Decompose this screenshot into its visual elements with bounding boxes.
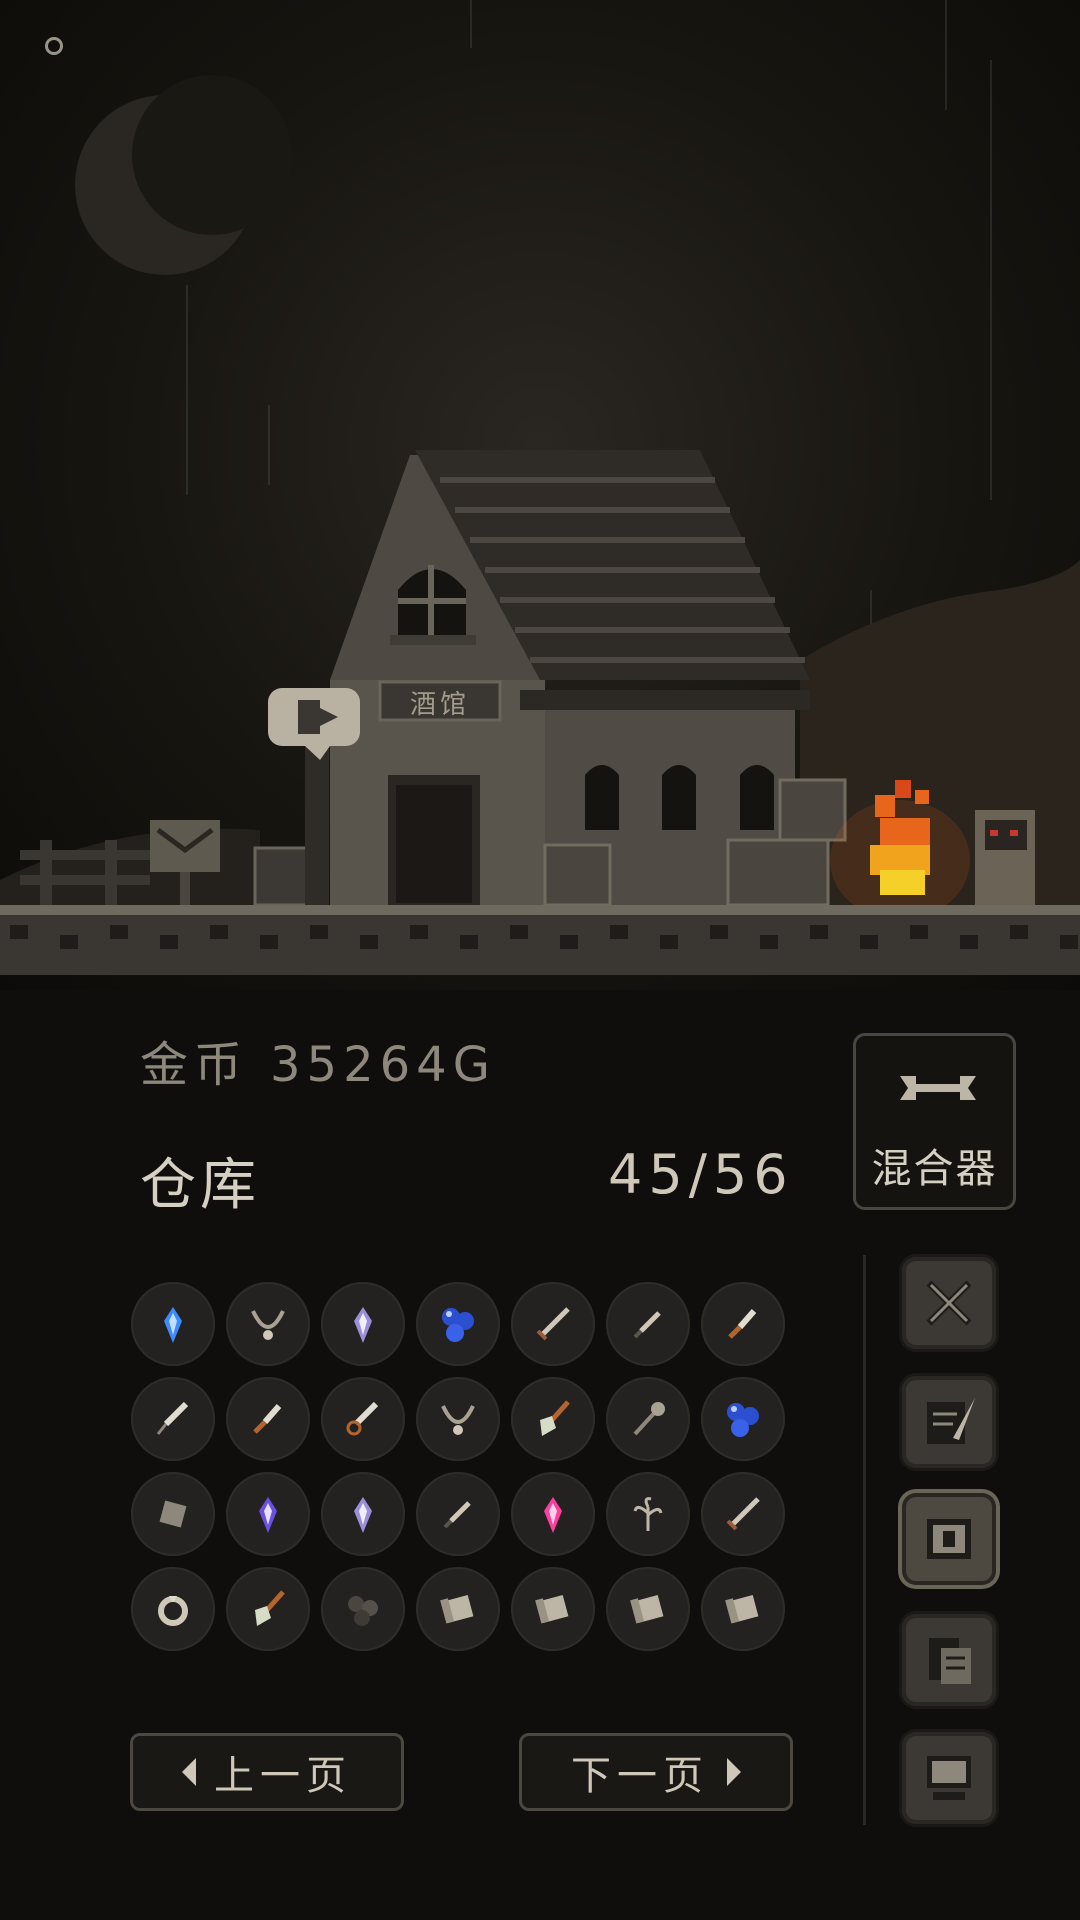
warehouse-title: 仓库 (140, 1153, 260, 1218)
crossed-swords-icon (926, 1280, 972, 1326)
tavern-sign: 酒馆 (409, 690, 470, 720)
next-page-button[interactable]: 下一页 (519, 1733, 793, 1811)
inventory-slot[interactable] (131, 1377, 215, 1461)
inventory-slot[interactable] (226, 1282, 310, 1366)
inventory-slot[interactable] (701, 1472, 785, 1556)
left-arrow-icon (182, 1758, 196, 1786)
inventory-slot[interactable] (606, 1377, 690, 1461)
tavern-building (253, 450, 847, 907)
inventory-slot[interactable] (416, 1472, 500, 1556)
ground-edge (0, 905, 1080, 915)
inventory-slot[interactable] (701, 1377, 785, 1461)
tab-documents[interactable] (902, 1614, 996, 1706)
scene-art (0, 75, 1080, 975)
inventory-grid (131, 1282, 785, 1651)
crescent-moon (75, 75, 292, 275)
scroll-icon (630, 1595, 664, 1624)
inventory-slot[interactable] (701, 1282, 785, 1366)
blue-crystal-icon (164, 1307, 182, 1343)
dagger-icon (443, 1501, 471, 1529)
knife-icon (253, 1404, 282, 1434)
wrench-icon (900, 1076, 976, 1100)
warehouse-capacity: 45/56 (608, 1143, 794, 1206)
shovel-icon (540, 1400, 570, 1436)
knife-icon (728, 1309, 757, 1339)
white-crystal-icon (354, 1497, 372, 1533)
inventory-slot[interactable] (416, 1567, 500, 1651)
inventory-slot[interactable] (131, 1282, 215, 1366)
dagger-icon (633, 1311, 661, 1339)
prev-page-button[interactable]: 上一页 (130, 1733, 404, 1811)
inventory-slot[interactable] (131, 1567, 215, 1651)
right-arrow-icon (727, 1758, 741, 1786)
blue-orb-cluster-icon (442, 1308, 474, 1342)
sword-icon (536, 1307, 570, 1341)
warehouse-map-icon (927, 1519, 971, 1559)
inventory-slot[interactable] (226, 1472, 310, 1556)
tab-warehouse[interactable] (902, 1493, 996, 1585)
inventory-slot[interactable] (606, 1472, 690, 1556)
inventory-slot[interactable] (511, 1472, 595, 1556)
inventory-slot[interactable] (606, 1282, 690, 1366)
inventory-slot[interactable] (321, 1377, 405, 1461)
inventory-slot[interactable] (131, 1472, 215, 1556)
saw-blade-icon (346, 1401, 379, 1436)
scroll-icon (440, 1595, 474, 1624)
tab-quests[interactable] (902, 1376, 996, 1468)
inventory-slot[interactable] (416, 1377, 500, 1461)
inventory-slot[interactable] (701, 1567, 785, 1651)
game-scene: 酒馆 (0, 0, 1080, 990)
pink-crystal-icon (544, 1497, 562, 1533)
inventory-slot[interactable] (321, 1472, 405, 1556)
prev-page-label: 上一页 (214, 1753, 352, 1799)
stone-cube-icon (159, 1500, 187, 1528)
ring-icon (158, 1596, 188, 1626)
inventory-slot[interactable] (606, 1567, 690, 1651)
scroll-icon (535, 1595, 569, 1624)
gold-amount: 35264G (270, 1037, 496, 1093)
saw-dagger-icon (156, 1401, 189, 1435)
shovel-icon (255, 1590, 285, 1626)
ore-icon (348, 1596, 378, 1626)
hill (0, 828, 260, 910)
documents-icon (929, 1638, 971, 1684)
inventory-slot[interactable] (226, 1377, 310, 1461)
inventory-slot[interactable] (511, 1567, 595, 1651)
white-crystal-icon (354, 1307, 372, 1343)
herb-icon (633, 1497, 663, 1531)
necklace-icon (251, 1310, 285, 1340)
blue-orb-cluster-icon (727, 1403, 759, 1437)
mixer-button[interactable]: 混合器 (853, 1033, 1016, 1210)
sword-icon (726, 1497, 760, 1531)
inventory-slot[interactable] (321, 1282, 405, 1366)
inventory-slot[interactable] (226, 1567, 310, 1651)
tab-computer[interactable] (902, 1732, 996, 1824)
inventory-slot[interactable] (511, 1282, 595, 1366)
tab-equipment[interactable] (902, 1257, 996, 1349)
panel-divider (863, 1255, 866, 1825)
computer-icon (927, 1756, 971, 1800)
next-page-label: 下一页 (571, 1753, 709, 1799)
purple-crystal-icon (259, 1497, 277, 1533)
mace-icon (633, 1402, 665, 1436)
inventory-slot[interactable] (416, 1282, 500, 1366)
necklace-icon (441, 1405, 475, 1435)
mixer-label: 混合器 (871, 1146, 998, 1192)
gold-label: 金币 (140, 1037, 249, 1093)
hooded-npc[interactable] (975, 810, 1035, 905)
inventory-slot[interactable] (321, 1567, 405, 1651)
gold-display: 金币 35264G (140, 1025, 496, 1095)
quill-scroll-icon (927, 1398, 975, 1444)
inventory-slot[interactable] (511, 1377, 595, 1461)
scroll-icon (725, 1595, 759, 1624)
